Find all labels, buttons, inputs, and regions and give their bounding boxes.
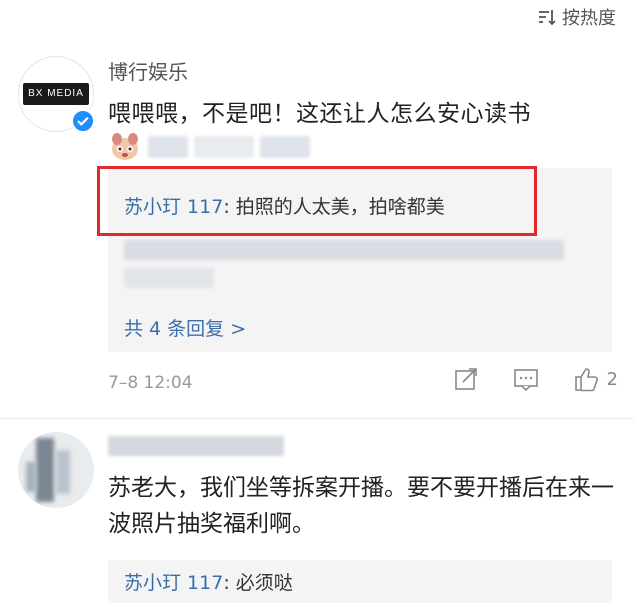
like-icon[interactable] (573, 366, 599, 392)
comment-text: 苏老大，我们坐等拆案开播。要不要开播后在来一波照片抽奖福利啊。 (108, 475, 614, 537)
sort-by-hot-button[interactable]: 按热度 (538, 4, 616, 30)
like-count: 2 (606, 368, 618, 390)
blurred-reply (124, 240, 564, 260)
comment-text: 喂喂喂，不是吧！这还让人怎么安心读书 (108, 101, 531, 127)
reply-item[interactable]: 苏小玎 117: 必须哒 (124, 568, 293, 595)
timestamp: 7–8 12:04 (108, 373, 193, 393)
sort-label: 按热度 (562, 8, 616, 29)
verified-icon (71, 109, 95, 133)
divider (0, 418, 634, 419)
blurred-content (260, 136, 310, 158)
brand-logo: BX MEDIA (23, 83, 89, 105)
blurred-reply (124, 268, 214, 288)
reply-text: 必须哒 (235, 572, 293, 594)
share-icon[interactable] (453, 366, 479, 392)
sort-icon (539, 10, 556, 25)
blurred-content (194, 136, 254, 158)
reply-username[interactable]: 苏小玎 117 (124, 572, 223, 594)
avatar[interactable] (18, 432, 94, 508)
cartoon-emoji-icon (112, 133, 138, 160)
more-replies-link[interactable]: 共 4 条回复 > (124, 314, 246, 341)
blurred-username (108, 436, 284, 456)
comment-actions: 2 (453, 366, 618, 392)
username[interactable]: 博行娱乐 (108, 56, 188, 85)
reply-separator: : (223, 572, 236, 594)
avatar[interactable]: BX MEDIA (18, 56, 95, 133)
reply-box: 苏小玎 117: 必须哒 (108, 560, 612, 603)
emoji-row (108, 128, 310, 166)
blurred-content (148, 136, 188, 158)
highlight-frame (97, 166, 537, 236)
comment-icon[interactable] (513, 366, 539, 392)
